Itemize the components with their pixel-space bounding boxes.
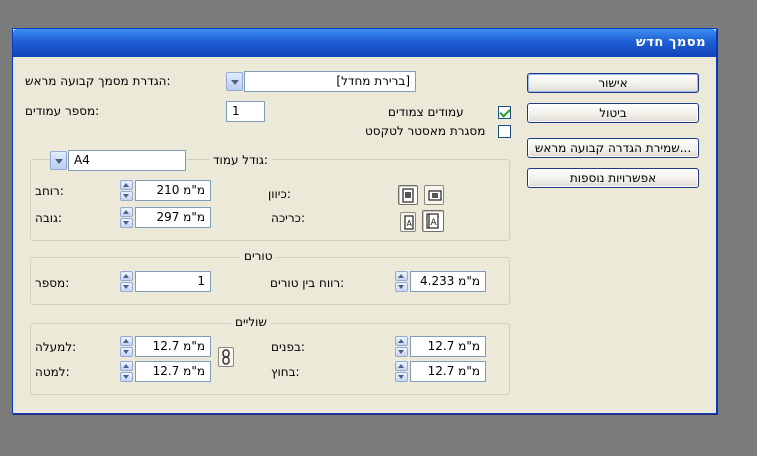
inside-margin-label: בפנים: xyxy=(271,340,305,354)
outside-margin-label: בחוץ: xyxy=(271,365,300,379)
outside-margin-spinner[interactable] xyxy=(395,361,408,382)
number-of-pages-input[interactable]: 1 xyxy=(226,101,265,122)
master-text-frame-label: מסגרת מאסטר לטקסט xyxy=(365,124,486,138)
landscape-orientation-icon[interactable] xyxy=(424,185,444,205)
columns-number-input[interactable]: 1 xyxy=(135,271,211,292)
width-label: רוחב: xyxy=(35,184,64,198)
top-margin-spinner[interactable] xyxy=(120,336,133,357)
width-spinner[interactable] xyxy=(120,180,133,201)
master-text-frame-checkbox[interactable] xyxy=(498,125,511,138)
outside-margin-input[interactable]: 12.7 מ"מ xyxy=(410,361,486,382)
bottom-margin-label: למטה: xyxy=(35,365,70,379)
binding-label: כריכה: xyxy=(271,211,306,225)
top-margin-input[interactable]: 12.7 מ"מ xyxy=(135,336,211,357)
svg-text:A: A xyxy=(431,218,438,228)
gutter-label: רווח בין טורים: xyxy=(270,276,345,290)
preset-dropdown-chevron-down-icon[interactable] xyxy=(226,72,243,91)
margins-title: שוליים xyxy=(231,315,271,329)
margins-group xyxy=(30,323,510,395)
portrait-orientation-icon[interactable] xyxy=(398,185,418,205)
inside-margin-spinner[interactable] xyxy=(395,336,408,357)
orientation-label: כיוון: xyxy=(268,187,291,201)
bottom-margin-spinner[interactable] xyxy=(120,361,133,382)
number-of-pages-label: מספר עמודים: xyxy=(25,104,100,118)
new-document-dialog: מסמך חדש אישור ביטול שמירת הגדרה קבועה מ… xyxy=(12,28,717,414)
width-input[interactable]: 210 מ"מ xyxy=(135,180,211,201)
chain-link-icon[interactable] xyxy=(218,347,234,367)
gutter-input[interactable]: 4.233 מ"מ xyxy=(410,271,486,292)
bottom-margin-input[interactable]: 12.7 מ"מ xyxy=(135,361,211,382)
page-size-label: גודל עמוד: xyxy=(209,153,272,167)
dialog-title: מסמך חדש xyxy=(635,35,706,50)
inside-margin-input[interactable]: 12.7 מ"מ xyxy=(410,336,486,357)
facing-pages-label: עמודים צמודים xyxy=(388,105,464,119)
preset-label: הגדרת מסמך קבועה מראש: xyxy=(25,74,171,88)
gutter-spinner[interactable] xyxy=(395,271,408,292)
height-label: גובה: xyxy=(35,211,63,225)
cancel-button[interactable]: ביטול xyxy=(527,103,699,123)
preset-select[interactable]: [ברירת מחדל] xyxy=(244,71,416,92)
facing-pages-checkbox[interactable] xyxy=(498,106,511,119)
svg-text:A: A xyxy=(407,219,413,228)
ok-button[interactable]: אישור xyxy=(527,73,699,93)
title-bar[interactable]: מסמך חדש xyxy=(13,29,716,57)
more-options-button[interactable]: אפשרויות נוספות xyxy=(527,168,699,188)
page-size-select[interactable]: A4 xyxy=(68,150,186,171)
left-edge-binding-icon[interactable]: A xyxy=(400,212,416,232)
save-preset-button[interactable]: שמירת הגדרה קבועה מראש... xyxy=(527,138,699,158)
columns-number-label: מספר: xyxy=(35,276,70,290)
height-spinner[interactable] xyxy=(120,207,133,228)
height-input[interactable]: 297 מ"מ xyxy=(135,207,211,228)
columns-number-spinner[interactable] xyxy=(120,271,133,292)
columns-title: טורים xyxy=(240,249,277,263)
top-margin-label: למעלה: xyxy=(35,340,77,354)
page-size-dropdown-chevron-down-icon[interactable] xyxy=(50,151,67,170)
right-edge-binding-icon[interactable]: A xyxy=(422,210,444,232)
